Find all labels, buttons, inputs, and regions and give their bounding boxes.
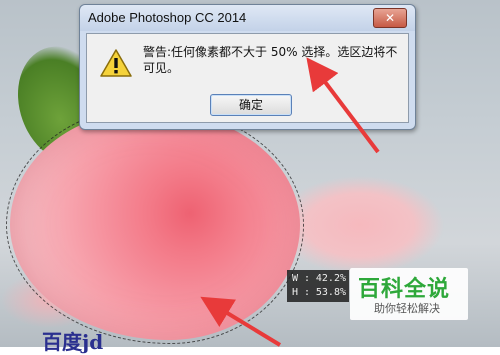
annotation-arrows xyxy=(200,57,380,347)
arrow-to-selection xyxy=(200,296,282,347)
arrow-to-message xyxy=(306,57,380,154)
